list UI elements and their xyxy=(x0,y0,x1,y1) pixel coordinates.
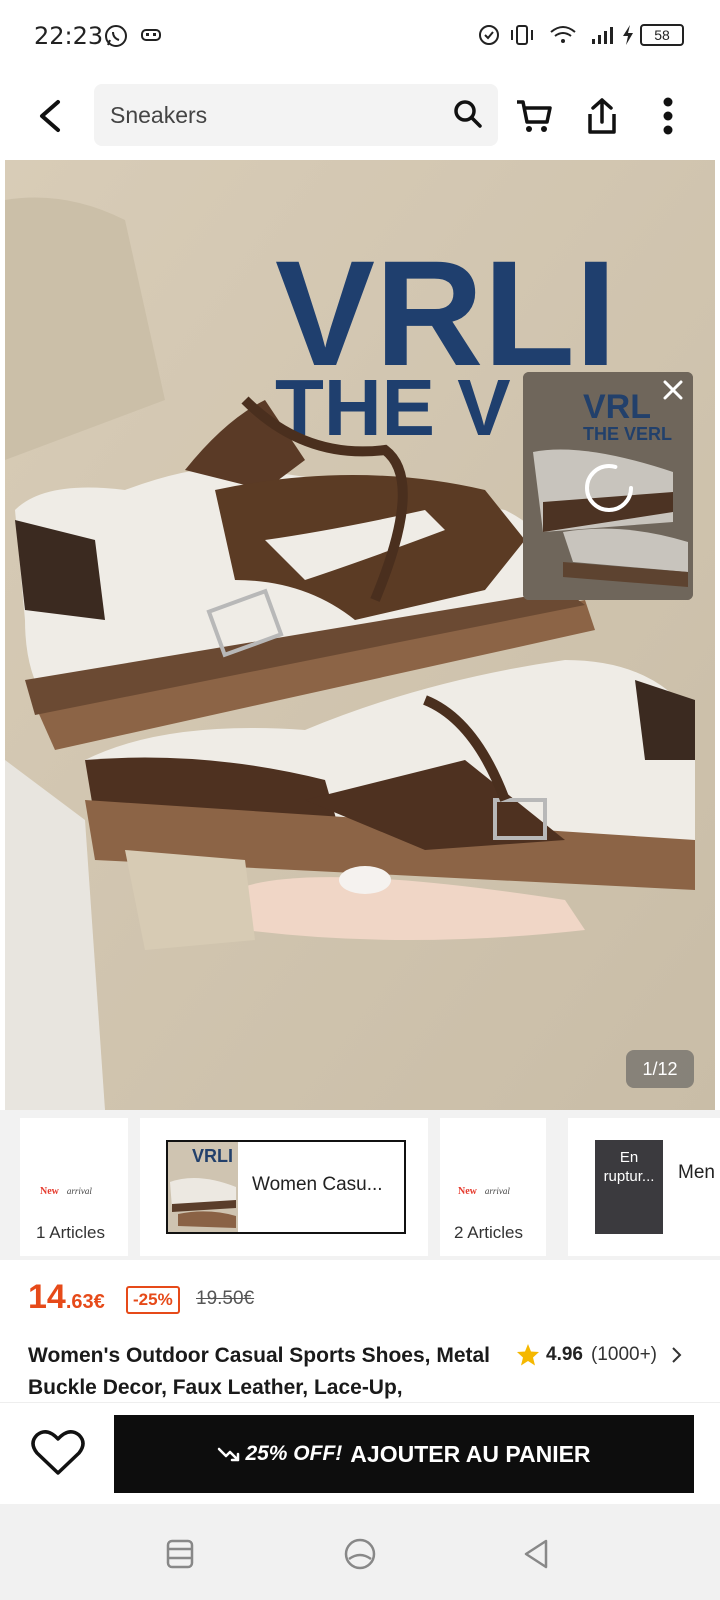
variant-title-men: Men xyxy=(678,1162,715,1183)
vibrate-icon xyxy=(511,25,533,45)
trend-down-icon xyxy=(218,1447,240,1462)
game-controller-icon xyxy=(141,29,161,41)
variant-option-1[interactable]: New arrival 1 Articles xyxy=(20,1118,128,1256)
loading-spinner-icon xyxy=(585,464,633,512)
signal-icon xyxy=(592,27,613,44)
new-arrival-badge: New arrival xyxy=(40,1186,92,1197)
home-button[interactable] xyxy=(338,1532,382,1576)
share-button[interactable] xyxy=(578,92,626,140)
status-time: 22:23 xyxy=(34,22,104,50)
variant-count-label: 2 Articles xyxy=(454,1223,523,1242)
variant-count-label: 1 Articles xyxy=(36,1223,105,1242)
recent-apps-icon xyxy=(166,1539,194,1569)
add-to-cart-button[interactable]: 25% OFF! AJOUTER AU PANIER xyxy=(114,1415,694,1493)
search-input[interactable]: Sneakers xyxy=(94,84,498,146)
new-arrival-badge: New arrival xyxy=(458,1186,510,1197)
star-icon xyxy=(517,1344,539,1366)
variant-option-3[interactable]: New arrival 2 Articles xyxy=(440,1118,546,1256)
chevron-right-icon xyxy=(672,1347,682,1363)
more-vertical-icon xyxy=(663,97,673,135)
cart-icon xyxy=(517,100,552,132)
variant-selector: New arrival 1 Articles VRLI Women Casu...… xyxy=(0,1110,720,1260)
data-saver-icon xyxy=(479,25,499,45)
battery-icon: 58 xyxy=(640,24,684,46)
battery-level: 58 xyxy=(654,27,670,43)
product-image[interactable]: VRLI THE V xyxy=(5,160,715,1110)
recent-apps-button[interactable] xyxy=(158,1532,202,1576)
add-to-cart-label: AJOUTER AU PANIER xyxy=(350,1440,591,1467)
mini-video-player[interactable]: VRL THE VERL xyxy=(523,372,693,600)
header: Sneakers xyxy=(0,72,720,160)
back-triangle-icon xyxy=(524,1539,548,1569)
mini-print-line1: VRL xyxy=(583,388,651,426)
back-button[interactable] xyxy=(28,88,72,144)
out-of-stock-badge: En ruptur... xyxy=(595,1140,663,1234)
back-nav-button[interactable] xyxy=(514,1532,558,1576)
close-mini-player-button[interactable] xyxy=(659,376,687,404)
sneaker-photo: VRLI THE V xyxy=(5,160,715,1110)
whatsapp-icon xyxy=(105,25,127,47)
rating-value: 4.96 xyxy=(546,1344,583,1365)
svg-text:VRLI: VRLI xyxy=(192,1146,233,1166)
heart-icon xyxy=(31,1430,85,1475)
close-icon xyxy=(663,380,683,400)
search-query: Sneakers xyxy=(110,102,208,128)
status-bar: 22:23 58 xyxy=(0,0,720,72)
home-circle-icon xyxy=(344,1538,376,1570)
share-icon xyxy=(588,98,616,134)
charging-icon xyxy=(623,25,633,45)
mini-print-line2: THE VERL xyxy=(583,424,672,444)
back-arrow-icon xyxy=(40,100,60,132)
cart-button[interactable] xyxy=(510,92,558,140)
search-icon[interactable] xyxy=(452,98,484,130)
product-title: Women's Outdoor Casual Sports Shoes, Met… xyxy=(28,1344,491,1399)
promo-label: 25% OFF! xyxy=(245,1442,343,1465)
variant-title: Women Casu... xyxy=(252,1174,383,1195)
variant-option-selected[interactable]: VRLI Women Casu... xyxy=(166,1140,406,1234)
current-price: 14.63€ xyxy=(28,1278,105,1316)
variant-thumbnail: VRLI xyxy=(168,1142,238,1232)
discount-badge: -25% xyxy=(126,1286,180,1314)
system-nav-bar xyxy=(0,1504,720,1600)
rating-summary[interactable]: 4.96 (1000+) xyxy=(516,1340,683,1370)
wishlist-button[interactable] xyxy=(30,1425,86,1481)
action-bar: 25% OFF! AJOUTER AU PANIER xyxy=(0,1402,720,1504)
original-price: 19.50€ xyxy=(196,1288,255,1309)
rating-count: (1000+) xyxy=(590,1344,658,1365)
more-button[interactable] xyxy=(644,92,692,140)
wifi-icon xyxy=(550,26,576,43)
image-counter: 1/12 xyxy=(626,1050,694,1088)
